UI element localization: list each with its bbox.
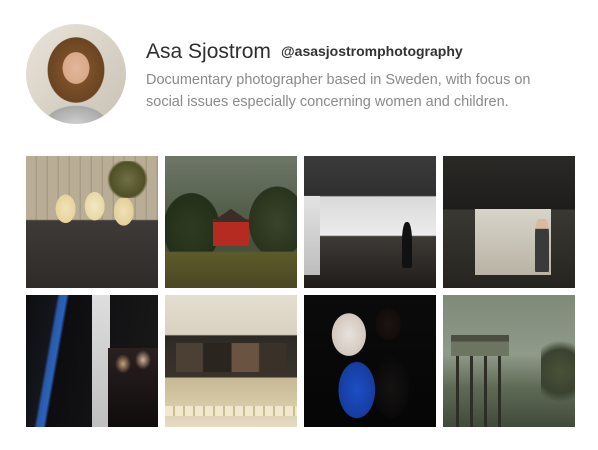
- photo-tile-two-women[interactable]: [304, 295, 436, 427]
- tree-foliage: [540, 331, 575, 412]
- photo-tile-exhibition-crowd[interactable]: [26, 295, 158, 427]
- photo-tile-red-cottage[interactable]: [165, 156, 297, 288]
- photo-tile-gallery-hallway[interactable]: [304, 156, 436, 288]
- photo-tile-dark-gallery[interactable]: [443, 156, 575, 288]
- profile-bio: Documentary photographer based in Sweden…: [146, 72, 531, 110]
- profile-handle-link[interactable]: @asasjostromphotography: [281, 43, 463, 59]
- photo-tile-three-girls[interactable]: [26, 156, 158, 288]
- photo-tile-lookout-tower[interactable]: [443, 295, 575, 427]
- photo-tile-subway-exhibit[interactable]: [165, 295, 297, 427]
- photo-grid: [26, 156, 576, 428]
- profile-name: Asa Sjostrom: [146, 40, 271, 63]
- avatar[interactable]: [26, 24, 126, 124]
- profile-header: Asa Sjostrom @asasjostromphotography Doc…: [26, 24, 586, 134]
